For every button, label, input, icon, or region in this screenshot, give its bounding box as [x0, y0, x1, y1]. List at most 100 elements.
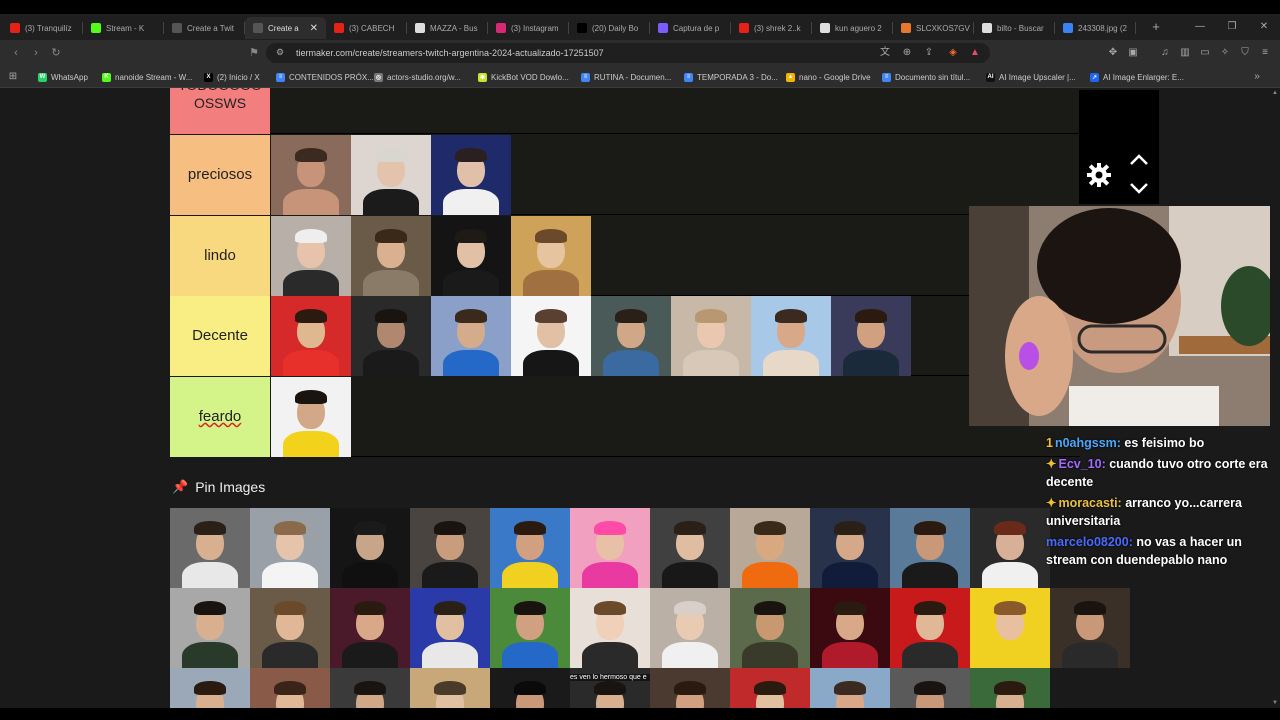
- streamer-image[interactable]: [490, 508, 570, 588]
- streamer-image[interactable]: [330, 508, 410, 588]
- streamer-image[interactable]: [650, 668, 730, 708]
- bookmark-item[interactable]: W WhatsApp: [38, 70, 88, 84]
- new-tab-button[interactable]: +: [1146, 17, 1166, 37]
- page-scrollbar[interactable]: ▲ ▼: [1270, 88, 1280, 708]
- tier-label[interactable]: Decente: [170, 296, 270, 376]
- streamer-image[interactable]: [1050, 588, 1130, 668]
- streamer-image[interactable]: [271, 377, 351, 457]
- bookmark-item[interactable]: ≡ RUTINA - Documen...: [581, 70, 671, 84]
- browser-tab[interactable]: Create a ✕: [245, 17, 326, 39]
- streamer-image[interactable]: [730, 588, 810, 668]
- streamer-image[interactable]: [250, 668, 330, 708]
- bookmark-item[interactable]: ≡ TEMPORADA 3 - Do...: [684, 70, 778, 84]
- streamer-image[interactable]: [511, 296, 591, 376]
- streamer-image[interactable]: [410, 508, 490, 588]
- browser-tab[interactable]: MAZZA - Bus: [407, 17, 488, 39]
- streamer-image[interactable]: [890, 588, 970, 668]
- bookmark-item[interactable]: ◎ actors-studio.org/w...: [374, 70, 461, 84]
- chevron-up-icon[interactable]: [1129, 152, 1149, 166]
- zoom-icon[interactable]: ⊕: [900, 46, 914, 60]
- streamer-image[interactable]: [570, 588, 650, 668]
- browser-tab[interactable]: Captura de p: [650, 17, 731, 39]
- streamer-image[interactable]: [330, 588, 410, 668]
- streamer-image[interactable]: [330, 668, 410, 708]
- streamer-image[interactable]: [351, 135, 431, 215]
- sidebar-icon[interactable]: ▥: [1178, 46, 1192, 60]
- translate-icon[interactable]: 文: [878, 46, 892, 60]
- bookmark-item[interactable]: ↗ AI Image Enlarger: E...: [1090, 70, 1184, 84]
- streamer-image[interactable]: [970, 588, 1050, 668]
- streamer-image[interactable]: [650, 508, 730, 588]
- streamer-image[interactable]: [410, 668, 490, 708]
- streamer-image[interactable]: [730, 668, 810, 708]
- streamer-image[interactable]: [591, 296, 671, 376]
- scroll-up-icon[interactable]: ▲: [1271, 90, 1279, 96]
- streamer-image[interactable]: [890, 668, 970, 708]
- reload-icon[interactable]: ↻: [48, 45, 64, 61]
- streamer-image[interactable]: [250, 588, 330, 668]
- close-tab-icon[interactable]: ✕: [310, 23, 318, 34]
- streamer-image[interactable]: [410, 588, 490, 668]
- bookmark-item[interactable]: ≡ CONTENIDOS PRÓX...: [276, 70, 374, 84]
- streamer-image[interactable]: [170, 508, 250, 588]
- browser-tab[interactable]: Stream - K: [83, 17, 164, 39]
- streamer-image[interactable]: [810, 588, 890, 668]
- chat-username[interactable]: Ecv_10:: [1058, 457, 1105, 471]
- streamer-image[interactable]: [170, 588, 250, 668]
- streamer-image[interactable]: [570, 508, 650, 588]
- chat-username[interactable]: n0ahgssm:: [1055, 436, 1121, 450]
- browser-tab[interactable]: 243308.jpg (2: [1055, 17, 1136, 39]
- streamer-image[interactable]: [831, 296, 911, 376]
- streamer-image[interactable]: [170, 668, 250, 708]
- streamer-image[interactable]: [650, 588, 730, 668]
- streamer-image[interactable]: [511, 216, 591, 296]
- streamer-image[interactable]: [431, 216, 511, 296]
- brave-rewards-icon[interactable]: ▲: [968, 46, 982, 60]
- maximize-button[interactable]: ❐: [1216, 14, 1248, 40]
- streamer-image[interactable]: [431, 135, 511, 215]
- tier-label[interactable]: TODOOOOO OSSWS: [170, 88, 270, 134]
- chevron-down-icon[interactable]: [1129, 182, 1149, 196]
- scroll-down-icon[interactable]: ▼: [1271, 700, 1279, 706]
- browser-tab[interactable]: bilto - Buscar: [974, 17, 1055, 39]
- extensions-icon[interactable]: ✥: [1106, 46, 1120, 60]
- streamer-image[interactable]: [490, 588, 570, 668]
- bookmark-item[interactable]: ≡ Documento sin títul...: [882, 70, 970, 84]
- share-icon[interactable]: ⇪: [922, 46, 936, 60]
- chat-username[interactable]: marcelo08200:: [1046, 535, 1133, 549]
- streamer-image[interactable]: [671, 296, 751, 376]
- back-icon[interactable]: ‹: [8, 45, 24, 61]
- bookmark-item[interactable]: Knanoide Stream - W...: [102, 70, 192, 84]
- streamer-image[interactable]: [351, 216, 431, 296]
- streamer-image[interactable]: [490, 668, 570, 708]
- browser-tab[interactable]: kun aguero 2: [812, 17, 893, 39]
- bookmark-page-icon[interactable]: ⚑: [246, 45, 262, 61]
- screenshot-icon[interactable]: ▣: [1126, 46, 1140, 60]
- browser-tab[interactable]: (20) Daily Bo: [569, 17, 650, 39]
- tier-label[interactable]: preciosos: [170, 135, 270, 215]
- streamer-image[interactable]: [810, 508, 890, 588]
- streamer-image[interactable]: [271, 216, 351, 296]
- apps-grid-icon[interactable]: ⊞: [6, 70, 20, 84]
- streamer-image[interactable]: [970, 668, 1050, 708]
- browser-tab[interactable]: (3) shrek 2..k: [731, 17, 812, 39]
- site-info-icon[interactable]: ⚙: [276, 47, 284, 58]
- streamer-image[interactable]: [730, 508, 810, 588]
- bookmark-item[interactable]: ✱ KickBot VOD Dowlo...: [478, 70, 569, 84]
- menu-icon[interactable]: ≡: [1258, 46, 1272, 60]
- bookmark-item[interactable]: X (2) Inicio / X: [204, 70, 260, 84]
- browser-tab[interactable]: (3) Tranquilíz: [2, 17, 83, 39]
- gear-icon[interactable]: [1086, 162, 1112, 188]
- streamer-image[interactable]: [810, 668, 890, 708]
- streamer-image[interactable]: [890, 508, 970, 588]
- close-window-button[interactable]: ✕: [1248, 14, 1280, 40]
- minimize-button[interactable]: —: [1184, 14, 1216, 40]
- streamer-image[interactable]: [431, 296, 511, 376]
- tier-label[interactable]: feardo: [170, 377, 270, 457]
- chat-username[interactable]: moracasti:: [1058, 496, 1121, 510]
- streamer-image[interactable]: [351, 296, 431, 376]
- bookmark-item[interactable]: AI AI Image Upscaler |...: [986, 70, 1076, 84]
- browser-tab[interactable]: Create a Twit: [164, 17, 245, 39]
- streamer-image[interactable]: [271, 296, 351, 376]
- forward-icon[interactable]: ›: [28, 45, 44, 61]
